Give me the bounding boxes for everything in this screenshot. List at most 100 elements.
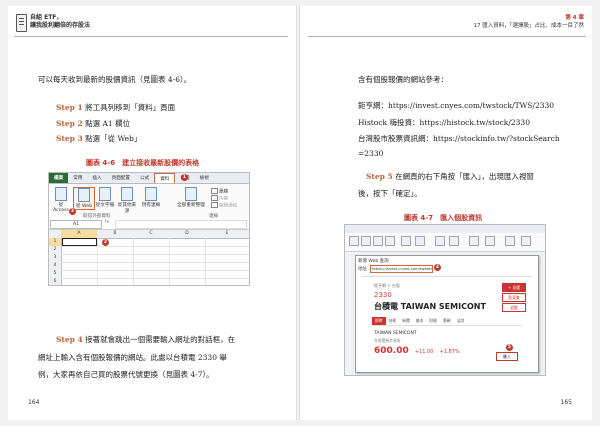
from-web-button[interactable]: 從 Web <box>73 187 95 210</box>
stock-name: 台積電 TAIWAN SEMICONT <box>374 302 486 311</box>
grid-line <box>61 270 249 271</box>
formula-bar: A1 fx <box>49 219 249 230</box>
callout-marker-4: 4 <box>434 264 441 271</box>
tab-formulas[interactable]: 公式 <box>135 173 154 183</box>
excel-screenshot: 檔案 常用 插入 頁面配置 公式 資料 校閱 檢視 從 Access 從 Web <box>48 172 250 286</box>
stock-code: 2330 <box>374 291 392 299</box>
nav-financial[interactable]: 財務 <box>426 317 440 325</box>
grid-line <box>61 246 249 247</box>
properties-link[interactable]: 內容 <box>211 195 228 202</box>
step-4-line-3: 例，大家再依自己買的股票代號更換（見圖表 4-7）。 <box>38 370 214 379</box>
step-3-label: Step 3 <box>56 134 83 143</box>
import-button[interactable]: 匯入 <box>496 352 518 361</box>
refresh-all-button[interactable]: 全部重新整理 <box>177 187 205 208</box>
nav-realtime[interactable]: 即時 <box>372 317 386 325</box>
site-stockinfo-wrap: =2330 <box>358 149 384 158</box>
grid-line <box>205 238 206 285</box>
from-other-sources-button[interactable]: 從其他來源 <box>117 187 137 214</box>
step-1-label: Step 1 <box>56 103 83 112</box>
stock-sub-title: TAIWAN SEMICONT <box>374 331 417 336</box>
step-2: Step 2 點選 A1 欄位 <box>56 118 130 129</box>
price-change-percent: +1.87% <box>439 349 460 355</box>
step-1-text: 將工具列移到「資料」頁面 <box>85 103 176 112</box>
step-5-text-1: 在網頁的右下角按「匯入」，出現匯入視窗 <box>395 172 534 181</box>
text-file-icon <box>99 187 111 201</box>
nav-technical[interactable]: 技術 <box>386 317 400 325</box>
stock-price: 600.00 +11.00 +1.87% <box>374 346 460 356</box>
row-header-6[interactable]: 6 <box>49 278 62 285</box>
book-spread: 自組 ETF， 讓我股利翻倍的存股法 可以每天收到最新的股價資訊（見圖表 4-6… <box>0 0 600 426</box>
existing-connections-button[interactable]: 現有連線 <box>141 187 161 208</box>
grid-line <box>169 238 170 285</box>
callout-marker-5: 5 <box>506 344 513 351</box>
chapter-number: 第 4 章 <box>565 15 584 21</box>
ribbon-icon <box>449 236 459 246</box>
follow-button[interactable]: 追蹤 <box>502 303 526 312</box>
ribbon-icon <box>373 236 383 246</box>
nav-chips[interactable]: 籌碼 <box>440 317 454 325</box>
ribbon-icon <box>505 236 515 246</box>
right-intro-text: 含有個股報價的網站參考： <box>358 75 448 84</box>
existing-connections-label: 現有連線 <box>141 203 161 208</box>
tab-insert[interactable]: 插入 <box>87 173 106 183</box>
step-4-line-1: Step 4 接著就會跳出一個需要輸入網址的對話框，在 <box>56 334 235 345</box>
step-2-label: Step 2 <box>56 119 83 128</box>
tab-home[interactable]: 常用 <box>68 173 87 183</box>
excel-ribbon: 從 Access 從 Web 從文字檔 從其他來源 現有連線 全部重新整理 連線… <box>49 184 249 221</box>
web-query-screenshot: 新增 Web 查詢 地址 https://invest.cnyes.com/tw… <box>344 224 546 376</box>
access-icon <box>55 187 67 201</box>
from-access-label: 從 Access <box>53 203 69 213</box>
price-value: 600.00 <box>374 346 409 356</box>
left-running-header: 自組 ETF， 讓我股利翻倍的存股法 <box>14 12 288 37</box>
add-watchlist-button[interactable]: + 自選 <box>502 283 526 292</box>
from-text-button[interactable]: 從文字檔 <box>95 187 115 208</box>
step-5-line-2: 後，按下「確定」。 <box>358 189 422 198</box>
ribbon-icon <box>361 236 371 246</box>
column-header-e[interactable]: E <box>205 230 249 239</box>
grid-line <box>133 238 134 285</box>
address-label: 地址 <box>358 267 367 272</box>
exchange-name: 台灣證券交易所 <box>374 338 401 343</box>
column-header-c[interactable]: C <box>133 230 170 239</box>
selected-cell-a1[interactable] <box>62 238 97 246</box>
price-change: +11.00 <box>414 349 434 355</box>
column-header-d[interactable]: D <box>169 230 206 239</box>
nav-news[interactable]: 新聞 <box>399 317 413 325</box>
step-4-text-1: 接著就會跳出一個需要輸入網址的對話框，在 <box>85 335 236 344</box>
page-number-left: 164 <box>28 399 40 406</box>
column-header-b[interactable]: B <box>97 230 134 239</box>
ribbon-icon <box>415 236 425 246</box>
step-1: Step 1 將工具列移到「資料」頁面 <box>56 102 175 113</box>
edit-links-link[interactable]: 編輯連結 <box>211 202 237 209</box>
from-access-button[interactable]: 從 Access <box>51 187 71 213</box>
formula-input[interactable] <box>115 220 247 229</box>
ribbon-icon <box>435 236 445 246</box>
ribbon-icon <box>401 236 411 246</box>
left-intro-text: 可以每天收到最新的股價資訊（見圖表 4-6）。 <box>38 75 192 84</box>
chapter-header: 第 4 章 17 匯入資料，「選擇股」占比、成本一目了然 <box>474 14 585 30</box>
step-5-line-1: Step 5 在網頁的右下角按「匯入」，出現匯入視窗 <box>366 171 534 182</box>
address-input[interactable]: https://invest.cnyes.com/twstock/TWS/233… <box>370 265 433 273</box>
right-running-header: 第 4 章 17 匯入資料，「選擇股」占比、成本一目了然 <box>308 12 586 37</box>
tab-file[interactable]: 檔案 <box>49 173 69 183</box>
step-4-label: Step 4 <box>56 335 83 344</box>
from-web-label: 從 Web <box>75 204 93 209</box>
shareholder-meeting-button[interactable]: 股東會 <box>502 293 526 302</box>
nav-basic[interactable]: 基本 <box>413 317 427 325</box>
tab-page-layout[interactable]: 頁面配置 <box>107 173 135 183</box>
new-web-query-dialog: 新增 Web 查詢 地址 https://invest.cnyes.com/tw… <box>355 255 539 373</box>
tab-view[interactable]: 檢視 <box>195 173 214 183</box>
figure-4-7-caption: 圖表 4-7 匯入個股資訊 <box>404 214 483 222</box>
fx-icon[interactable]: fx <box>105 220 109 225</box>
site-cnyes: 鉅亨網：https://invest.cnyes.com/twstock/TWS… <box>358 101 555 110</box>
nav-conference[interactable]: 法說 <box>454 317 468 325</box>
site-stockinfo: 台灣股市股票資訊網：https://stockinfo.tw/?stockSea… <box>358 134 560 143</box>
site-histock: Histock 嗨投資：https://histock.tw/stock/233… <box>358 118 530 127</box>
tab-data[interactable]: 資料 <box>154 173 176 183</box>
connections-link[interactable]: 連線 <box>211 188 228 195</box>
grid-line <box>61 262 249 263</box>
grid-line <box>97 238 98 285</box>
name-box[interactable]: A1 <box>50 220 102 229</box>
left-page: 自組 ETF， 讓我股利翻倍的存股法 可以每天收到最新的股價資訊（見圖表 4-6… <box>8 6 296 420</box>
worksheet-grid: A B C D E 1 2 3 4 5 6 7 8 9 <box>49 230 249 285</box>
